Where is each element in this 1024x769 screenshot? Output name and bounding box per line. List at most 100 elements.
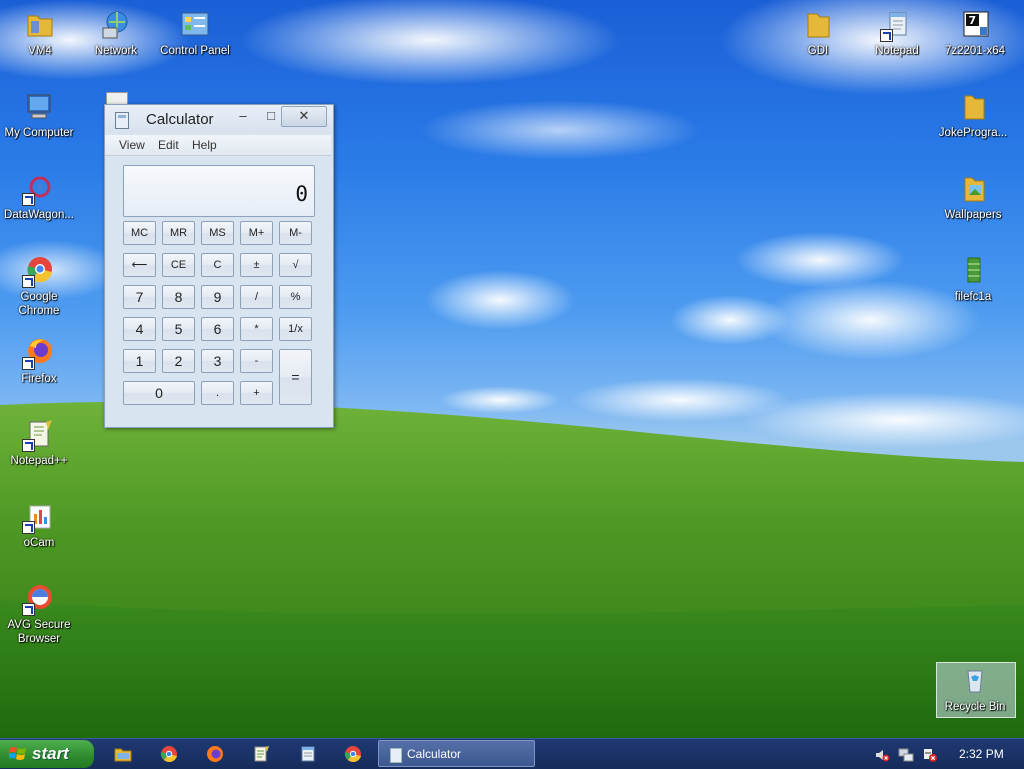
menu-bar: View Edit Help	[105, 135, 331, 156]
notepad-icon[interactable]	[299, 745, 317, 763]
7z-glyph-icon: 7	[958, 8, 992, 42]
key-3[interactable]: 3	[201, 349, 234, 373]
firefox-icon[interactable]	[206, 745, 224, 763]
calculator-app-icon	[115, 112, 129, 129]
jokeprogram-folder-icon[interactable]: JokeProgra...	[935, 90, 1011, 140]
notepad-icon[interactable]: Notepad	[859, 8, 935, 58]
display-value: 0	[295, 182, 308, 206]
key-8[interactable]: 8	[162, 285, 195, 309]
explorer-icon[interactable]	[114, 745, 132, 763]
wallpapers-folder-icon[interactable]: Wallpapers	[935, 172, 1011, 222]
network-tray-icon[interactable]	[898, 747, 914, 763]
key-mminus[interactable]: M-	[279, 221, 312, 245]
computer-icon	[22, 90, 56, 124]
folder-icon	[23, 8, 57, 42]
taskbar-button-label: Calculator	[407, 747, 462, 761]
ocam-icon[interactable]: oCam	[1, 500, 77, 550]
firefox-icon[interactable]: Firefox	[1, 336, 77, 386]
shortcut-arrow-icon	[22, 603, 35, 616]
shortcut-arrow-icon	[22, 357, 35, 370]
globe-icon	[99, 8, 133, 42]
maximize-button[interactable]: □	[259, 107, 283, 125]
datawagon-icon[interactable]: DataWagon...	[1, 172, 77, 222]
chrome-icon[interactable]: Google Chrome	[1, 254, 77, 318]
firefox-glyph-icon	[22, 336, 56, 370]
notepad-glyph-icon	[880, 8, 914, 42]
file-glyph-icon	[956, 254, 990, 288]
key-backspace[interactable]: ⟵	[123, 253, 156, 277]
windows-flag-icon	[9, 747, 26, 760]
shortcut-arrow-icon	[880, 29, 893, 42]
7z-icon[interactable]: 7 7z2201-x64	[937, 8, 1013, 58]
key-9[interactable]: 9	[201, 285, 234, 309]
key-5[interactable]: 5	[162, 317, 195, 341]
network-icon[interactable]: Network	[78, 8, 154, 58]
svg-text:7: 7	[969, 14, 977, 27]
menu-edit[interactable]: Edit	[158, 138, 179, 152]
taskbar-button-calculator[interactable]: Calculator	[378, 740, 535, 767]
key-minus[interactable]: -	[240, 349, 273, 373]
key-2[interactable]: 2	[162, 349, 195, 373]
key-ms[interactable]: MS	[201, 221, 234, 245]
system-tray: 2:32 PM	[860, 739, 1024, 769]
close-button[interactable]: ✕	[281, 106, 327, 127]
recycle-bin-icon[interactable]: Recycle Bin	[937, 664, 1013, 714]
key-0[interactable]: 0	[123, 381, 195, 405]
ocam-glyph-icon	[22, 500, 56, 534]
key-1[interactable]: 1	[123, 349, 156, 373]
clock: 2:32 PM	[959, 747, 1004, 761]
shortcut-arrow-icon	[22, 193, 35, 206]
shortcut-arrow-icon	[22, 275, 35, 288]
calculator-display: 0	[123, 165, 315, 217]
key-mr[interactable]: MR	[162, 221, 195, 245]
recycle-bin-glyph-icon	[958, 664, 992, 698]
key-equals[interactable]: =	[279, 349, 312, 405]
start-button[interactable]: start	[0, 740, 94, 768]
chrome-icon[interactable]	[160, 745, 178, 763]
key-7[interactable]: 7	[123, 285, 156, 309]
calculator-small-icon	[390, 748, 402, 763]
control-panel-icon[interactable]: Control Panel	[157, 8, 233, 58]
key-decimal[interactable]: .	[201, 381, 234, 405]
key-6[interactable]: 6	[201, 317, 234, 341]
key-multiply[interactable]: *	[240, 317, 273, 341]
calculator-window[interactable]: Calculator – □ ✕ View Edit Help 0 MC MR MS…	[104, 104, 334, 428]
desktop: VM4 Network Control Panel My Computer Da…	[0, 0, 1024, 738]
key-sqrt[interactable]: √	[279, 253, 312, 277]
shortcut-arrow-icon	[22, 521, 35, 534]
control-panel-glyph-icon	[178, 8, 212, 42]
avg-glyph-icon	[22, 582, 56, 616]
volume-muted-icon[interactable]	[874, 747, 890, 763]
calculator-titlebar[interactable]: Calculator – □ ✕	[105, 105, 333, 133]
avg-browser-icon[interactable]: AVG Secure Browser	[1, 582, 77, 646]
key-divide[interactable]: /	[240, 285, 273, 309]
minimize-button[interactable]: –	[231, 107, 255, 125]
key-reciprocal[interactable]: 1/x	[279, 317, 312, 341]
gdi-folder-icon[interactable]: GDI	[780, 8, 856, 58]
vm4-folder-icon[interactable]: VM4	[2, 8, 78, 58]
datawagon-glyph-icon	[22, 172, 56, 206]
key-ce[interactable]: CE	[162, 253, 195, 277]
security-alert-icon[interactable]	[922, 747, 938, 763]
folder-icon	[801, 8, 835, 42]
chrome-alt-icon[interactable]	[344, 745, 362, 763]
key-4[interactable]: 4	[123, 317, 156, 341]
notepadpp-icon[interactable]	[252, 745, 270, 763]
menu-help[interactable]: Help	[192, 138, 217, 152]
key-c[interactable]: C	[201, 253, 234, 277]
my-computer-icon[interactable]: My Computer	[1, 90, 77, 140]
taskbar: start Calculator 2:32 PM	[0, 738, 1024, 769]
filefc1a-icon[interactable]: filefc1a	[935, 254, 1011, 304]
key-percent[interactable]: %	[279, 285, 312, 309]
shortcut-arrow-icon	[22, 439, 35, 452]
window-title: Calculator	[146, 111, 214, 128]
key-plus[interactable]: +	[240, 381, 273, 405]
menu-view[interactable]: View	[119, 138, 145, 152]
chrome-glyph-icon	[22, 254, 56, 288]
folder-icon	[956, 90, 990, 124]
notepadpp-icon[interactable]: Notepad++	[1, 418, 77, 468]
notepadpp-glyph-icon	[22, 418, 56, 452]
key-plusminus[interactable]: ±	[240, 253, 273, 277]
key-mc[interactable]: MC	[123, 221, 156, 245]
key-mplus[interactable]: M+	[240, 221, 273, 245]
